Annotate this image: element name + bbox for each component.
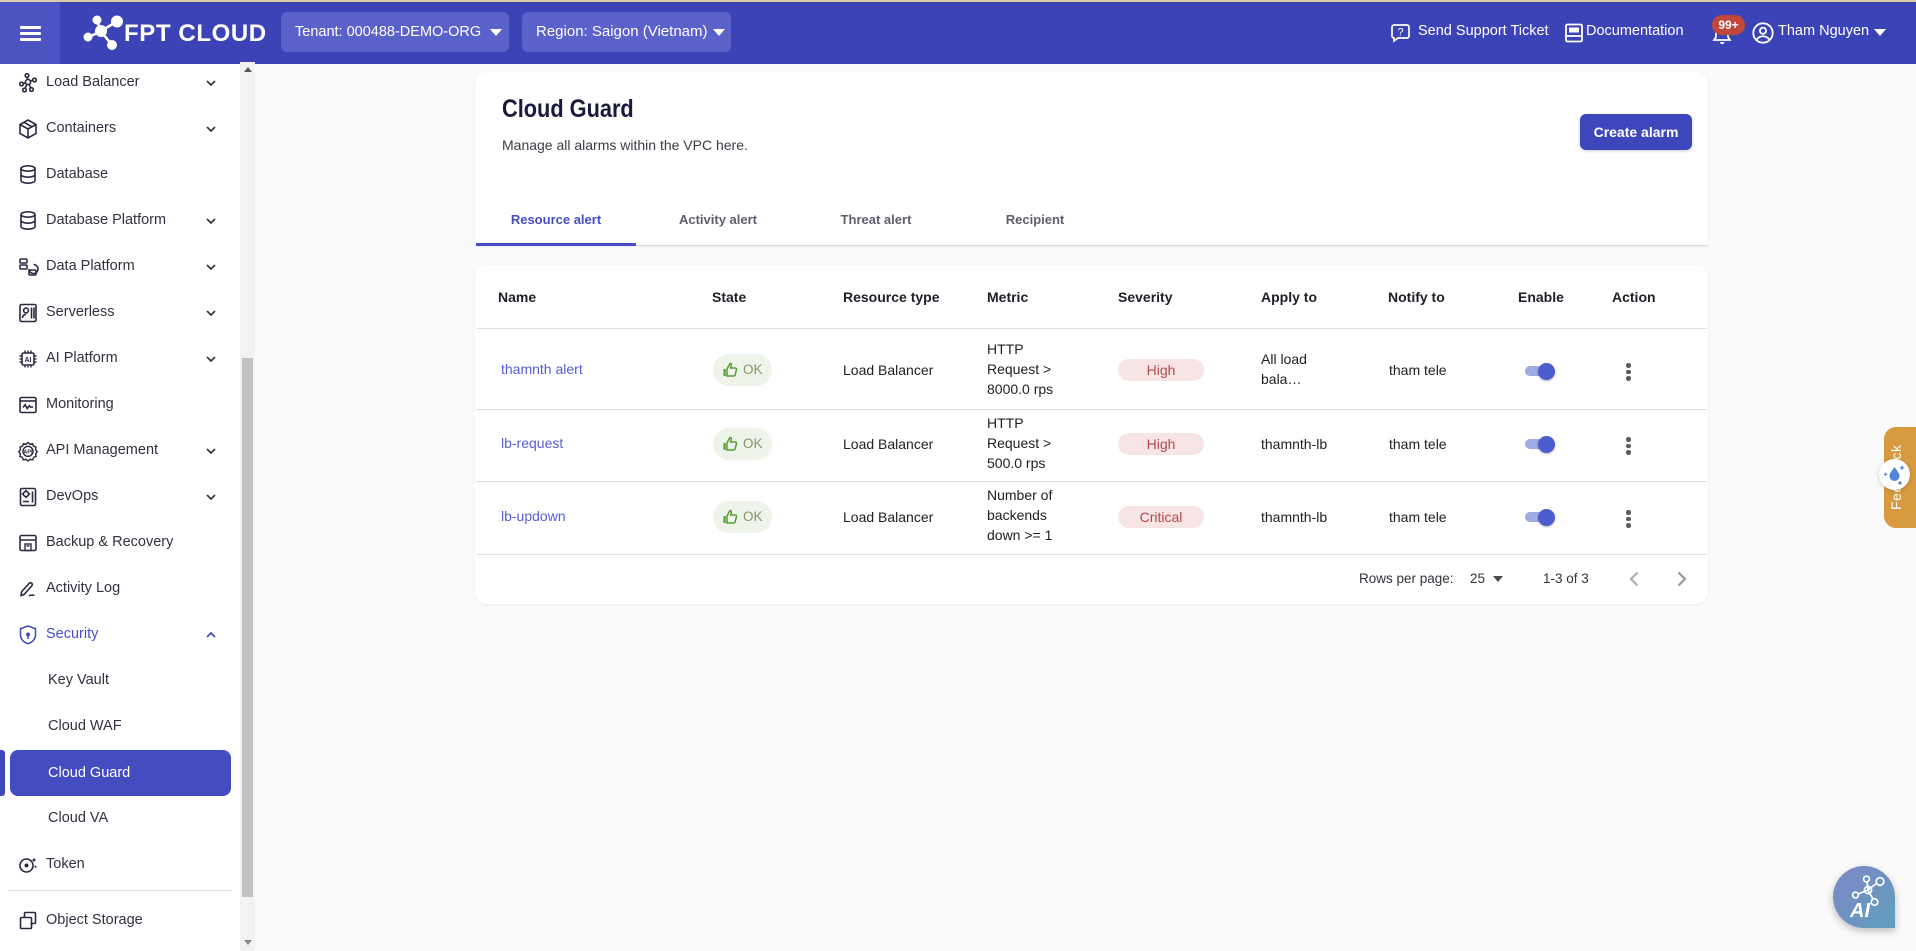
svg-text:AI: AI	[25, 357, 32, 364]
svg-text:?: ?	[1397, 27, 1403, 39]
svg-text:AI: AI	[1849, 900, 1870, 922]
svg-text:API: API	[23, 449, 33, 455]
